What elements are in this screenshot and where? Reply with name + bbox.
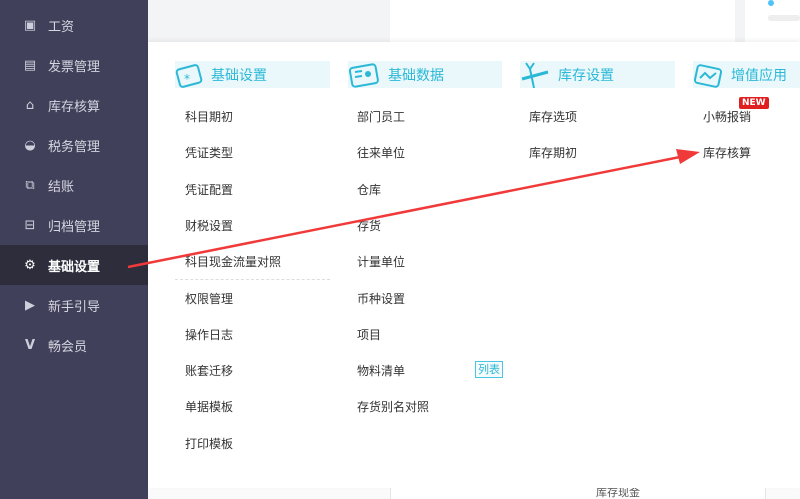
menu-item[interactable]: 计量单位 — [357, 253, 405, 270]
column-header: * 基础设置 — [175, 61, 330, 88]
sidebar-item-invoice[interactable]: ▤ 发票管理 — [0, 45, 148, 85]
menu-item[interactable]: 操作日志 — [185, 326, 233, 343]
menu-column-basic-data: 基础数据 — [348, 61, 502, 88]
salary-icon: ▣ — [23, 17, 37, 33]
vip-icon: V — [24, 337, 36, 353]
new-badge: NEW — [739, 97, 769, 109]
menu-item[interactable]: 仓库 — [357, 181, 381, 198]
gear-icon: ⚙ — [24, 257, 36, 273]
bom-list-tag[interactable]: 列表 — [475, 361, 503, 378]
invoice-icon: ▤ — [23, 57, 37, 73]
menu-item[interactable]: 小畅报销 — [703, 108, 751, 125]
sidebar-item-archive[interactable]: ⊟ 归档管理 — [0, 205, 148, 245]
menu-item[interactable]: 单据模板 — [185, 398, 233, 415]
menu-item[interactable]: 权限管理 — [185, 290, 233, 307]
tax-icon: ◒ — [24, 137, 36, 153]
status-dot — [768, 0, 774, 6]
video-icon: ▶ — [25, 297, 35, 313]
menu-item[interactable]: 打印模板 — [185, 435, 233, 452]
column-header: 基础数据 — [348, 61, 502, 88]
menu-item[interactable]: 项目 — [357, 326, 381, 343]
menu-item[interactable]: 库存核算 — [703, 144, 751, 161]
menu-item[interactable]: 库存选项 — [529, 108, 577, 125]
menu-column-inventory-settings: 库存设置 — [520, 61, 675, 88]
menu-item[interactable]: 物料清单 — [357, 362, 405, 379]
menu-column-value-added: 增值应用 — [693, 61, 800, 88]
sidebar: ▣ 工资 ▤ 发票管理 ⌂ 库存核算 ◒ 税务管理 ⧉ 结账 ⊟ 归档管理 ⚙ 基础设置 ▶ 新… — [0, 0, 148, 499]
svg-text:*: * — [184, 72, 190, 86]
sidebar-item-vip[interactable]: V 畅会员 — [0, 325, 148, 365]
wrench-icon — [521, 62, 549, 88]
background-card — [745, 0, 800, 42]
warehouse-icon: ⌂ — [25, 97, 35, 113]
archive-icon: ⊟ — [24, 217, 36, 233]
menu-item[interactable]: 币种设置 — [357, 290, 405, 307]
sidebar-item-guide[interactable]: ▶ 新手引导 — [0, 285, 148, 325]
chart-bag-icon — [693, 64, 723, 88]
sidebar-item-checkout[interactable]: ⧉ 结账 — [0, 165, 148, 205]
menu-item[interactable]: 往来单位 — [357, 144, 405, 161]
menu-item[interactable]: 凭证配置 — [185, 181, 233, 198]
menu-item[interactable]: 部门员工 — [357, 108, 405, 125]
sidebar-item-salary[interactable]: ▣ 工资 — [0, 5, 148, 45]
background-bar — [768, 15, 800, 21]
sidebar-item-tax[interactable]: ◒ 税务管理 — [0, 125, 148, 165]
menu-item[interactable]: 存货 — [357, 217, 381, 234]
menu-item[interactable]: 凭证类型 — [185, 144, 233, 161]
column-header: 库存设置 — [520, 61, 675, 88]
menu-item[interactable]: 财税设置 — [185, 217, 233, 234]
menu-item[interactable]: 库存期初 — [529, 144, 577, 161]
background-content — [390, 0, 735, 42]
background-table — [148, 488, 800, 499]
divider — [175, 279, 330, 280]
checkout-icon: ⧉ — [25, 177, 35, 193]
menu-item[interactable]: 科目现金流量对照 — [185, 253, 281, 270]
id-card-icon — [348, 63, 379, 88]
menu-column-basic-settings: * 基础设置 — [175, 61, 330, 88]
menu-item[interactable]: 存货别名对照 — [357, 398, 429, 415]
menu-item[interactable]: 科目期初 — [185, 108, 233, 125]
menu-item[interactable]: 账套迁移 — [185, 362, 233, 379]
settings-card-icon: * — [175, 64, 203, 88]
sidebar-item-basic-settings[interactable]: ⚙ 基础设置 — [0, 245, 148, 285]
settings-dropdown-panel: * 基础设置 基础数据 库存设置 增值应用 科目期初凭证类型凭证配置财税设置科目… — [148, 42, 800, 488]
column-header: 增值应用 — [693, 61, 800, 88]
sidebar-item-inventory[interactable]: ⌂ 库存核算 — [0, 85, 148, 125]
